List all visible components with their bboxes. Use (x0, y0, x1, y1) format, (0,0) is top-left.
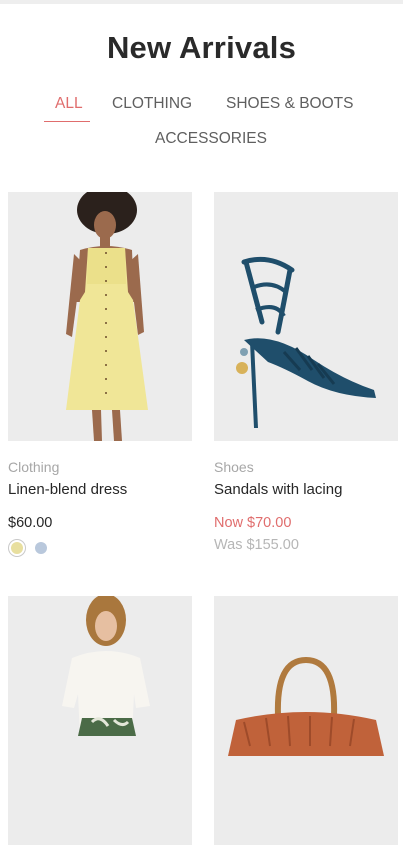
sandal-illustration (214, 192, 398, 441)
product-name[interactable]: Linen-blend dress (8, 481, 127, 498)
tab-all[interactable]: ALL (55, 95, 83, 113)
tab-accessories[interactable]: ACCESSORIES (155, 130, 267, 148)
active-tab-indicator (44, 121, 90, 122)
top-divider (0, 0, 403, 4)
product-image-yellow-dress[interactable] (8, 192, 192, 441)
color-swatch-yellow[interactable] (11, 542, 23, 554)
tab-clothing[interactable]: CLOTHING (112, 95, 192, 113)
page-title: New Arrivals (106, 30, 297, 65)
product-category: Shoes (214, 459, 254, 475)
product-image-basket-bag[interactable] (214, 596, 398, 845)
product-price: $60.00 (8, 515, 53, 531)
product-original-price: Was $155.00 (214, 537, 299, 553)
bag-illustration (214, 596, 398, 845)
dress-illustration (8, 192, 192, 441)
tab-shoes-boots[interactable]: SHOES & BOOTS (226, 95, 353, 113)
product-image-lace-sandal[interactable] (214, 192, 398, 441)
product-sale-price: Now $70.00 (214, 515, 292, 531)
color-swatch-blue[interactable] (35, 542, 47, 554)
product-name[interactable]: Sandals with lacing (214, 481, 342, 498)
top-illustration (8, 596, 192, 845)
product-image-white-top[interactable] (8, 596, 192, 845)
product-category: Clothing (8, 459, 60, 475)
